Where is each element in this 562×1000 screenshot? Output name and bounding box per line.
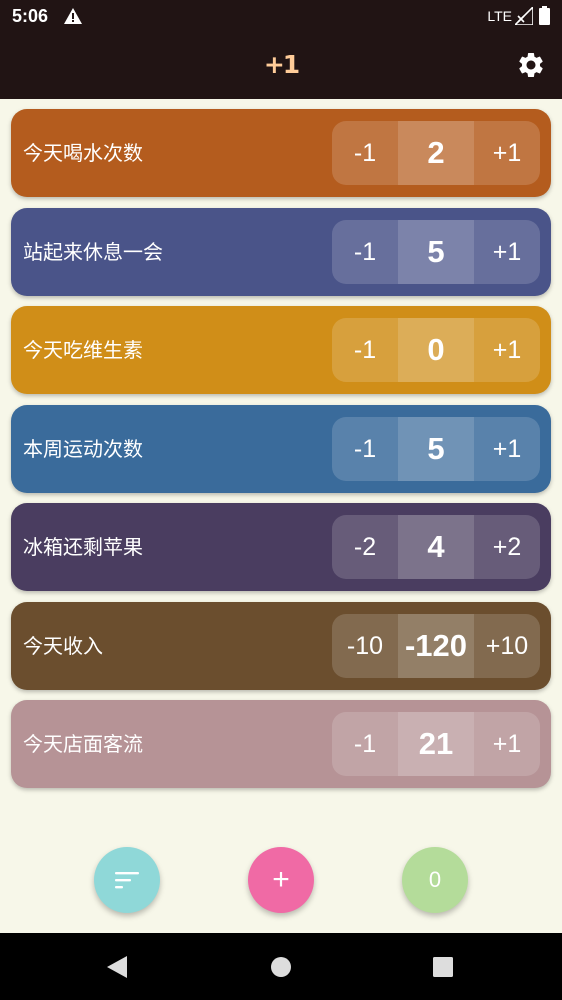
counter-card: 今天吃维生素 -1 0 +1 (11, 306, 551, 394)
counter-value[interactable]: 2 (398, 121, 474, 185)
counter-card: 本周运动次数 -1 5 +1 (11, 405, 551, 493)
decrement-button[interactable]: -1 (332, 318, 398, 382)
increment-button[interactable]: +1 (474, 318, 540, 382)
status-time: 5:06 (12, 6, 49, 26)
counter-card: 冰箱还剩苹果 -2 4 +2 (11, 503, 551, 591)
home-icon[interactable] (270, 955, 292, 979)
counter-stepper: -1 5 +1 (332, 417, 540, 481)
increment-button[interactable]: +2 (474, 515, 540, 579)
decrement-button[interactable]: -1 (332, 712, 398, 776)
add-counter-button[interactable]: + (248, 847, 314, 913)
reset-label: 0 (428, 867, 442, 892)
battery-icon (539, 6, 550, 25)
increment-button[interactable]: +1 (474, 712, 540, 776)
counter-card: 今天收入 -10 -120 +10 (11, 602, 551, 690)
counter-value[interactable]: -120 (398, 614, 474, 678)
increment-button[interactable]: +1 (474, 417, 540, 481)
decrement-button[interactable]: -2 (332, 515, 398, 579)
signal-icon (515, 7, 533, 25)
counter-label: 今天喝水次数 (23, 141, 143, 165)
counter-card: 今天店面客流 -1 21 +1 (11, 700, 551, 788)
recents-icon[interactable] (432, 955, 454, 979)
counter-card: 今天喝水次数 -1 2 +1 (11, 109, 551, 197)
gear-icon[interactable] (516, 50, 546, 80)
counter-stepper: -10 -120 +10 (332, 614, 540, 678)
counter-label: 冰箱还剩苹果 (23, 535, 143, 559)
reset-button[interactable]: 0 (402, 847, 468, 913)
navigation-bar (0, 933, 562, 1000)
sort-icon (115, 872, 139, 889)
increment-button[interactable]: +10 (474, 614, 540, 678)
add-label: + (272, 863, 290, 896)
counter-label: 本周运动次数 (23, 437, 143, 461)
alert-icon (64, 8, 82, 24)
decrement-button[interactable]: -1 (332, 417, 398, 481)
decrement-button[interactable]: -1 (332, 121, 398, 185)
network-type: LTE (487, 8, 512, 24)
decrement-button[interactable]: -10 (332, 614, 398, 678)
back-icon[interactable] (106, 955, 128, 979)
counter-value[interactable]: 5 (398, 220, 474, 284)
sort-button[interactable] (94, 847, 160, 913)
counter-stepper: -1 0 +1 (332, 318, 540, 382)
counter-label: 站起来休息一会 (23, 240, 163, 264)
decrement-button[interactable]: -1 (332, 220, 398, 284)
counter-label: 今天店面客流 (23, 732, 143, 756)
counter-stepper: -2 4 +2 (332, 515, 540, 579)
counter-card: 站起来休息一会 -1 5 +1 (11, 208, 551, 296)
counter-value[interactable]: 4 (398, 515, 474, 579)
counter-label: 今天吃维生素 (23, 338, 143, 362)
counter-value[interactable]: 21 (398, 712, 474, 776)
status-bar: 5:06 LTE (0, 0, 562, 34)
increment-button[interactable]: +1 (474, 121, 540, 185)
app-title: +1 (263, 50, 300, 79)
app-header: 5:06 LTE +1 (0, 0, 562, 99)
counter-stepper: -1 21 +1 (332, 712, 540, 776)
counter-value[interactable]: 5 (398, 417, 474, 481)
counter-value[interactable]: 0 (398, 318, 474, 382)
counter-label: 今天收入 (23, 634, 103, 658)
counter-stepper: -1 2 +1 (332, 121, 540, 185)
increment-button[interactable]: +1 (474, 220, 540, 284)
counter-stepper: -1 5 +1 (332, 220, 540, 284)
